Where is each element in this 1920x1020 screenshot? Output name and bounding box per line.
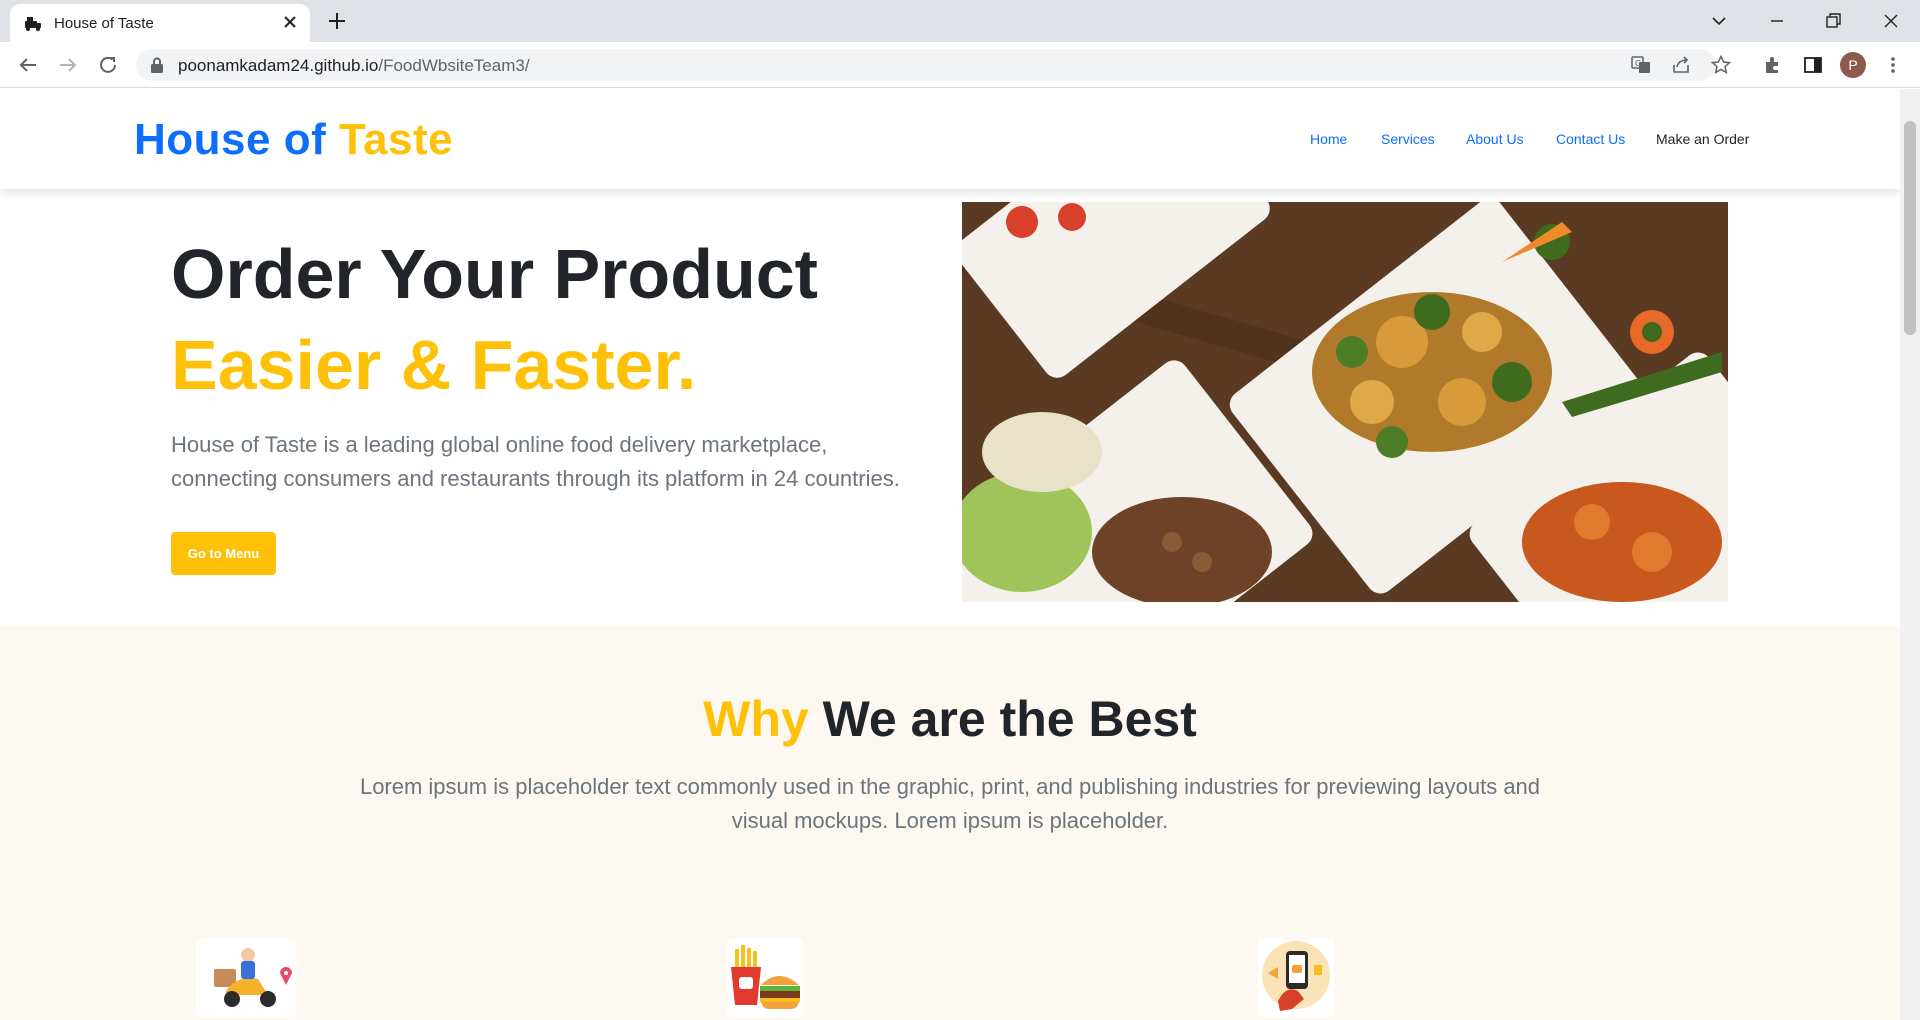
side-panel-icon[interactable]	[1802, 54, 1824, 76]
hero-title-line2: Easier & Faster.	[171, 326, 697, 404]
browser-toolbar: poonamkadam24.github.io/FoodWbsiteTeam3/…	[0, 42, 1920, 88]
browser-tab-strip: House of Taste	[0, 0, 1920, 42]
extensions-puzzle-icon[interactable]	[1762, 54, 1784, 76]
close-tab-icon[interactable]	[280, 12, 300, 32]
mobile-order-icon	[1258, 939, 1334, 1017]
url-text[interactable]: poonamkadam24.github.io/FoodWbsiteTeam3/	[178, 56, 530, 76]
hero-description: House of Taste is a leading global onlin…	[171, 432, 900, 491]
hero-food-platter-image	[962, 202, 1728, 602]
close-window-icon[interactable]	[1878, 8, 1904, 34]
page-scrollbar[interactable]	[1900, 89, 1920, 1020]
reload-icon[interactable]	[96, 53, 120, 77]
bookmark-star-icon[interactable]	[1710, 54, 1732, 76]
nav-link-services[interactable]: Services	[1381, 131, 1435, 147]
share-icon[interactable]	[1670, 54, 1692, 76]
svg-text:G: G	[1635, 59, 1641, 68]
logo-text-house-of: House of	[134, 115, 327, 164]
page-viewport: House of Taste Home Services About Us Co…	[0, 89, 1900, 1020]
nav-link-about[interactable]: About Us	[1466, 131, 1524, 147]
nav-link-make-order[interactable]: Make an Order	[1656, 131, 1749, 147]
site-header: House of Taste Home Services About Us Co…	[0, 89, 1900, 189]
food-platter-illustration	[962, 202, 1728, 602]
translate-icon[interactable]: G	[1630, 54, 1652, 76]
restore-window-icon[interactable]	[1820, 8, 1846, 34]
why-title-rest: We are the Best	[822, 691, 1197, 747]
nav-link-services-wrap: Services	[1381, 131, 1435, 147]
nav-link-about-wrap: About Us	[1466, 131, 1524, 147]
address-bar[interactable]: poonamkadam24.github.io/FoodWbsiteTeam3/…	[136, 49, 1732, 81]
delivery-scooter-icon	[196, 939, 296, 1017]
new-tab-plus-icon[interactable]	[326, 10, 348, 32]
browser-menu-dots-icon[interactable]	[1882, 54, 1904, 76]
why-title-highlight: Why	[703, 691, 809, 747]
why-section-description: Lorem ipsum is placeholder text commonly…	[359, 774, 1541, 833]
why-we-are-best-section: Why We are the Best Lorem ipsum is place…	[0, 626, 1900, 1020]
nav-link-order-wrap: Make an Order	[1656, 131, 1749, 147]
logo-text-taste: Taste	[338, 115, 454, 164]
site-logo[interactable]: House of Taste	[134, 115, 453, 165]
scrollbar-thumb[interactable]	[1904, 121, 1916, 335]
nav-link-contact-wrap: Contact Us	[1556, 131, 1625, 147]
back-arrow-icon[interactable]	[16, 53, 40, 77]
url-host: poonamkadam24.github.io	[178, 56, 379, 75]
forward-arrow-icon[interactable]	[56, 53, 80, 77]
url-path: /FoodWbsiteTeam3/	[378, 56, 530, 75]
tab-search-chevron-icon[interactable]	[1706, 8, 1732, 34]
fries-burger-icon	[727, 939, 803, 1017]
nav-link-home[interactable]: Home	[1310, 131, 1347, 147]
hero-title-line1: Order Your Product	[171, 235, 818, 313]
food-delivery-favicon-icon	[25, 17, 41, 31]
browser-tab-active[interactable]: House of Taste	[10, 4, 310, 42]
nav-link-home-wrap: Home	[1310, 131, 1347, 147]
lock-icon[interactable]	[150, 57, 164, 73]
nav-link-contact[interactable]: Contact Us	[1556, 131, 1625, 147]
profile-avatar[interactable]: P	[1840, 52, 1866, 78]
why-section-title: Why We are the Best	[0, 690, 1900, 748]
tab-title: House of Taste	[54, 15, 154, 32]
minimize-window-icon[interactable]	[1764, 8, 1790, 34]
go-to-menu-button[interactable]: Go to Menu	[171, 532, 276, 575]
